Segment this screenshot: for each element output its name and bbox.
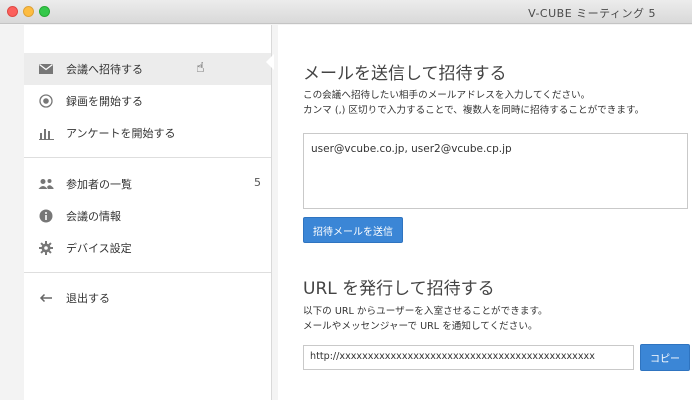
title-bar: V-CUBE ミーティング 5 <box>0 0 692 24</box>
participants-icon <box>38 176 54 192</box>
sidebar-item-label: 録画を開始する <box>66 95 143 108</box>
app-window: V-CUBE ミーティング 5 会議へ招待する ☝ 録画を開始する アンケートを… <box>0 0 692 400</box>
hand-cursor-icon: ☝ <box>196 60 205 76</box>
sidebar-item-device-settings[interactable]: デバイス設定 <box>24 232 271 264</box>
copy-url-button[interactable]: コピー <box>640 344 690 371</box>
invite-url-field[interactable]: http://xxxxxxxxxxxxxxxxxxxxxxxxxxxxxxxxx… <box>303 345 634 370</box>
sidebar-item-label: 会議へ招待する <box>66 63 143 76</box>
bar-chart-icon <box>38 125 54 141</box>
sidebar-item-label: 退出する <box>66 292 110 305</box>
email-invite-heading: メールを送信して招待する <box>303 64 507 84</box>
url-invite-heading: URL を発行して招待する <box>303 279 495 299</box>
window-margin <box>0 25 24 400</box>
sidebar-divider <box>24 272 271 273</box>
send-invite-button[interactable]: 招待メールを送信 <box>303 217 403 243</box>
record-icon <box>38 93 54 109</box>
window-title: V-CUBE ミーティング 5 <box>528 7 656 20</box>
sidebar-item-label: デバイス設定 <box>66 242 132 255</box>
arrow-left-icon <box>38 290 54 306</box>
email-addresses-input[interactable]: user@vcube.co.jp, user2@vcube.cp.jp <box>303 133 688 209</box>
maximize-window-button[interactable] <box>39 6 50 17</box>
email-invite-description: この会議へ招待したい相手のメールアドレスを入力してください。 <box>303 90 591 101</box>
sidebar-item-label: 会議の情報 <box>66 210 121 223</box>
url-invite-description-2: メールやメッセンジャーで URL を通知してください。 <box>303 321 538 332</box>
sidebar-item-leave[interactable]: 退出する <box>24 282 271 314</box>
main-panel: メールを送信して招待する この会議へ招待したい相手のメールアドレスを入力してくだ… <box>278 25 692 400</box>
sidebar-item-label: 参加者の一覧 <box>66 178 132 191</box>
sidebar-item-record[interactable]: 録画を開始する <box>24 85 271 117</box>
minimize-window-button[interactable] <box>23 6 34 17</box>
sidebar-item-invite[interactable]: 会議へ招待する ☝ <box>24 53 271 85</box>
sidebar-item-meeting-info[interactable]: 会議の情報 <box>24 200 271 232</box>
sidebar-item-participants[interactable]: 参加者の一覧 5 <box>24 168 271 200</box>
sidebar-item-label: アンケートを開始する <box>66 127 176 140</box>
gear-icon <box>38 240 54 256</box>
close-window-button[interactable] <box>7 6 18 17</box>
url-invite-description: 以下の URL からユーザーを入室させることができます。 <box>303 306 548 317</box>
info-icon <box>38 208 54 224</box>
participant-count-badge: 5 <box>254 176 261 189</box>
envelope-icon <box>38 61 54 77</box>
sidebar: 会議へ招待する ☝ 録画を開始する アンケートを開始する 参加者の一覧 5 会議… <box>24 25 272 400</box>
selection-pointer <box>266 54 274 70</box>
email-invite-description-2: カンマ (,) 区切りで入力することで、複数人を同時に招待することができます。 <box>303 105 645 116</box>
sidebar-divider <box>24 157 271 158</box>
sidebar-item-survey[interactable]: アンケートを開始する <box>24 117 271 149</box>
